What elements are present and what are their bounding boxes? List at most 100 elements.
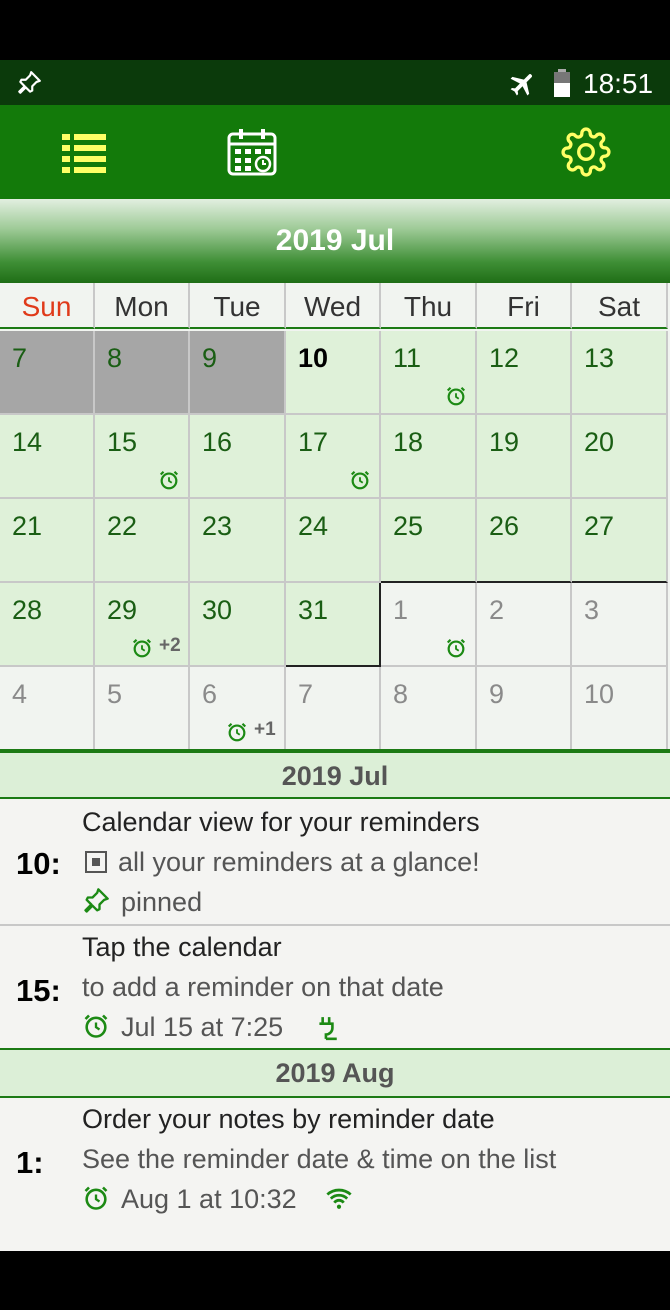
item-detail: See the reminder date & time on the list — [82, 1144, 557, 1174]
day-number: 30 — [202, 595, 233, 625]
pin-icon — [82, 887, 110, 915]
day-number: 31 — [298, 595, 329, 625]
item-detail: all your reminders at a glance! — [118, 847, 480, 877]
day-number: 20 — [584, 427, 615, 457]
item-detail: to add a reminder on that date — [82, 972, 444, 1002]
settings-gear-icon[interactable] — [561, 127, 611, 177]
day-cell[interactable]: 29 +2 — [95, 583, 190, 667]
checkbox-icon — [84, 847, 108, 878]
alarm-clock-icon — [82, 1012, 110, 1040]
day-number: 2 — [489, 595, 505, 625]
day-number: 5 — [107, 679, 123, 709]
day-cell[interactable]: 19 — [477, 415, 572, 499]
reminder-list: 2019 Jul 10: Calendar view for your remi… — [0, 751, 670, 1251]
more-reminders-count: +2 — [159, 635, 181, 656]
day-cell[interactable]: 7 — [286, 667, 381, 751]
alarm-clock-icon — [445, 637, 467, 659]
battery-icon — [552, 68, 572, 98]
day-number: 9 — [489, 679, 505, 709]
item-meta: Aug 1 at 10:32 — [121, 1184, 297, 1214]
item-meta: Jul 15 at 7:25 — [121, 1012, 284, 1042]
top-black-bar — [0, 0, 670, 60]
day-cell[interactable]: 30 — [190, 583, 286, 667]
day-cell[interactable]: 8 — [95, 331, 190, 415]
day-cell[interactable]: 27 — [572, 499, 668, 583]
day-cell[interactable]: 6 +1 — [190, 667, 286, 751]
day-number: 3 — [584, 595, 600, 625]
day-cell[interactable]: 20 — [572, 415, 668, 499]
day-number: 4 — [12, 679, 28, 709]
day-cell[interactable]: 7 — [0, 331, 95, 415]
alarm-clock-icon — [158, 469, 180, 491]
day-number: 28 — [12, 595, 43, 625]
list-item[interactable]: 1: Order your notes by reminder date See… — [0, 1098, 670, 1228]
day-cell[interactable]: 17 — [286, 415, 381, 499]
day-number: 7 — [298, 679, 314, 709]
day-cell[interactable]: 12 — [477, 331, 572, 415]
day-cell[interactable]: 25 — [381, 499, 477, 583]
section-header-aug: 2019 Aug — [0, 1048, 670, 1098]
calendar-grid: Sun Mon Tue Wed Thu Fri Sat 7 8 9 10 11 12 13 14 15 16 17… — [0, 283, 670, 751]
pin-icon — [16, 70, 42, 96]
day-number: 24 — [298, 511, 329, 541]
day-cell[interactable]: 4 — [0, 667, 95, 751]
item-title: Calendar view for your reminders — [82, 807, 480, 837]
day-number: 6 — [202, 679, 218, 709]
day-cell[interactable]: 15 — [95, 415, 190, 499]
day-cell[interactable]: 26 — [477, 499, 572, 583]
item-day: 15: — [16, 973, 61, 1008]
day-cell[interactable]: 9 — [477, 667, 572, 751]
day-number: 15 — [107, 427, 138, 457]
day-number: 10 — [298, 343, 329, 373]
day-number: 16 — [202, 427, 233, 457]
alarm-clock-icon — [131, 637, 153, 659]
weekday-1: Mon — [95, 283, 190, 329]
month-title[interactable]: 2019 Jul — [0, 199, 670, 283]
day-number: 17 — [298, 427, 329, 457]
alarm-clock-icon — [349, 469, 371, 491]
day-cell[interactable]: 21 — [0, 499, 95, 583]
day-number: 12 — [489, 343, 520, 373]
day-cell[interactable]: 23 — [190, 499, 286, 583]
day-number: 19 — [489, 427, 520, 457]
day-cell[interactable]: 13 — [572, 331, 668, 415]
day-cell[interactable]: 18 — [381, 415, 477, 499]
item-meta: pinned — [121, 887, 203, 917]
list-item[interactable]: 10: Calendar view for your reminders all… — [0, 799, 670, 923]
alarm-clock-icon — [226, 721, 248, 743]
calendar-view-icon[interactable] — [226, 127, 278, 177]
day-cell[interactable]: 11 — [381, 331, 477, 415]
day-cell[interactable]: 2 — [477, 583, 572, 667]
day-number: 21 — [12, 511, 43, 541]
weekday-2: Tue — [190, 283, 286, 329]
day-number: 27 — [584, 511, 615, 541]
wifi-icon — [324, 1184, 354, 1212]
day-cell[interactable]: 31 — [286, 583, 381, 667]
item-title: Order your notes by reminder date — [82, 1104, 495, 1134]
day-cell[interactable]: 16 — [190, 415, 286, 499]
day-number: 22 — [107, 511, 138, 541]
plug-icon — [314, 1015, 340, 1041]
day-number: 1 — [393, 595, 409, 625]
toolbar — [0, 105, 670, 199]
list-view-icon[interactable] — [60, 132, 108, 174]
status-bar: 18:51 — [0, 60, 670, 105]
day-cell[interactable]: 9 — [190, 331, 286, 415]
day-cell[interactable]: 10 — [286, 331, 381, 415]
day-cell[interactable]: 14 — [0, 415, 95, 499]
bottom-black-bar — [0, 1251, 670, 1310]
day-number: 8 — [393, 679, 409, 709]
day-cell[interactable]: 3 — [572, 583, 668, 667]
day-cell[interactable]: 10 — [572, 667, 668, 751]
list-item[interactable]: 15: Tap the calendar to add a reminder o… — [0, 926, 670, 1048]
day-number: 7 — [12, 343, 28, 373]
day-cell[interactable]: 5 — [95, 667, 190, 751]
day-cell[interactable]: 28 — [0, 583, 95, 667]
clock-time: 18:51 — [583, 68, 654, 99]
item-title: Tap the calendar — [82, 932, 282, 962]
day-cell[interactable]: 8 — [381, 667, 477, 751]
day-cell[interactable]: 1 — [381, 583, 477, 667]
weekday-5: Fri — [477, 283, 572, 329]
day-cell[interactable]: 22 — [95, 499, 190, 583]
day-cell[interactable]: 24 — [286, 499, 381, 583]
